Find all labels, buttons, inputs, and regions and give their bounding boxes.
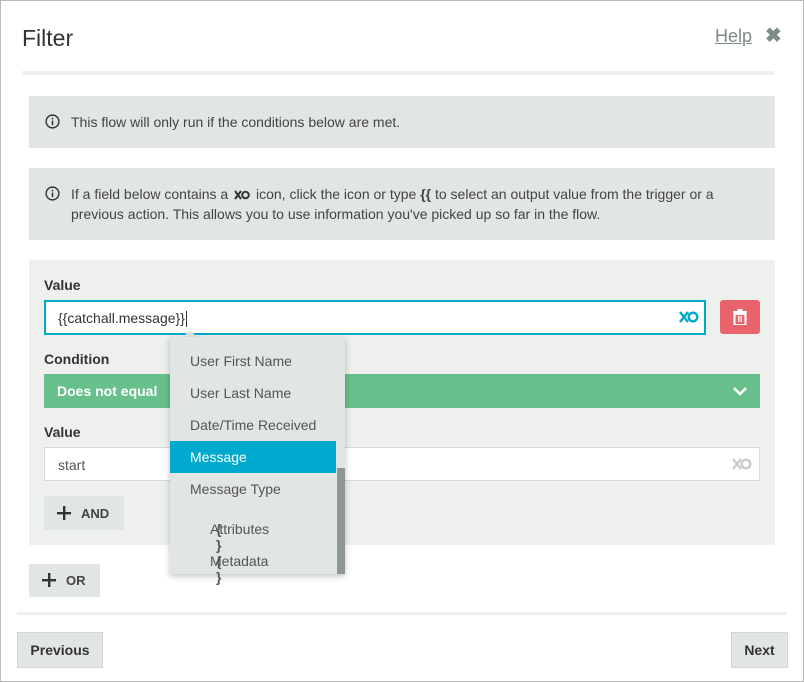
condition-select[interactable]: Does not equal [44, 374, 760, 408]
value1-text: {{catchall.message}} [58, 310, 187, 328]
footer-divider [17, 612, 787, 615]
add-or-group-button[interactable]: OR [29, 564, 100, 597]
value1-input[interactable]: {{catchall.message}} [44, 300, 706, 335]
object-braces-icon: { } [216, 553, 222, 585]
help-link[interactable]: Help [715, 26, 752, 47]
dropdown-item[interactable]: User Last Name [170, 377, 336, 409]
info-icon [45, 186, 60, 201]
or-label: OR [66, 573, 86, 588]
chevron-down-icon [733, 387, 747, 396]
and-label: AND [81, 506, 110, 521]
filter-dialog: Filter Help ✖ This flow will only run if… [0, 0, 804, 682]
link-token-icon[interactable] [732, 457, 752, 471]
info-banner-conditions: This flow will only run if the condition… [29, 96, 775, 148]
condition-selected-value: Does not equal [57, 383, 158, 399]
previous-button[interactable]: Previous [17, 632, 103, 668]
output-value-dropdown: User First Name User Last Name Date/Time… [170, 337, 345, 585]
header-divider [22, 71, 774, 75]
link-token-icon[interactable] [679, 310, 699, 324]
dropdown-item-selected[interactable]: Message [170, 441, 336, 473]
info-icon [45, 114, 60, 129]
value2-input[interactable]: start [44, 447, 760, 481]
value2-label: Value [44, 424, 81, 440]
next-button[interactable]: Next [731, 632, 788, 668]
dropdown-item[interactable]: Message Type [170, 473, 336, 505]
text-caret [185, 311, 187, 328]
info-text-part-b: icon, click the icon or type [256, 186, 417, 202]
info-text-part-a: If a field below contains a [71, 186, 229, 202]
info-text-braces: {{ [420, 186, 432, 202]
dropdown-item[interactable]: Attributes{ } [170, 505, 336, 553]
dialog-title: Filter [22, 25, 74, 51]
info-text-conditions: This flow will only run if the condition… [71, 114, 401, 130]
info-banner-fields: If a field below contains a icon, click … [29, 168, 775, 240]
dropdown-item[interactable]: User First Name [170, 345, 336, 377]
value1-label: Value [44, 277, 81, 293]
dropdown-item[interactable]: Date/Time Received [170, 409, 336, 441]
delete-condition-button[interactable] [720, 300, 760, 334]
plus-icon [42, 573, 56, 587]
trash-icon [733, 309, 747, 325]
dropdown-item[interactable]: Metadata{ } [170, 537, 336, 585]
link-token-icon [234, 190, 250, 200]
info-text-fields: If a field below contains a icon, click … [71, 184, 751, 224]
close-icon[interactable]: ✖ [765, 23, 782, 48]
add-and-condition-button[interactable]: AND [44, 496, 124, 530]
dropdown-scrollbar[interactable] [337, 468, 345, 574]
value2-text: start [58, 457, 86, 473]
plus-icon [57, 506, 71, 520]
condition-label: Condition [44, 351, 110, 367]
